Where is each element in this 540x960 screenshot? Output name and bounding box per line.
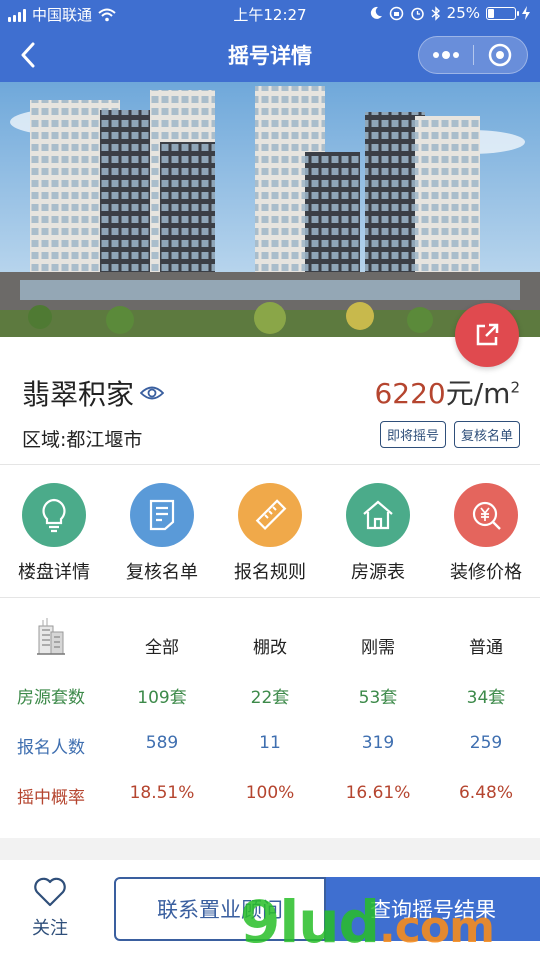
table-cell: 6.48% bbox=[458, 783, 513, 803]
status-bar: 中国联通 上午12:27 25% bbox=[0, 0, 540, 28]
menu-circle bbox=[22, 483, 86, 547]
menu-item-project-details[interactable]: 楼盘详情 bbox=[0, 483, 108, 584]
price-unit-sup: 2 bbox=[510, 378, 520, 397]
house-icon bbox=[363, 500, 393, 530]
table-cell: 259 bbox=[469, 733, 503, 753]
menu-item-review-list[interactable]: 复核名单 bbox=[108, 483, 216, 584]
bluetooth-icon bbox=[431, 5, 440, 21]
moon-icon bbox=[370, 6, 382, 19]
menu-item-housing-table[interactable]: 房源表 bbox=[324, 483, 432, 584]
share-external-icon bbox=[476, 323, 499, 346]
status-right: 25% bbox=[369, 4, 530, 22]
follow-label: 关注 bbox=[32, 918, 68, 939]
table-cell: 53套 bbox=[358, 688, 398, 708]
menu-circle bbox=[130, 483, 194, 547]
menu-label: 复核名单 bbox=[126, 562, 198, 583]
section-divider bbox=[0, 597, 540, 598]
table-cell: 109套 bbox=[137, 688, 187, 708]
row-label: 房源套数 bbox=[17, 688, 85, 708]
menu-circle bbox=[346, 483, 410, 547]
menu-label: 房源表 bbox=[351, 562, 405, 583]
menu-label: 楼盘详情 bbox=[18, 562, 90, 583]
battery-icon bbox=[486, 6, 519, 20]
feature-menu: 楼盘详情 复核名单 报名规则 房源表 装修价格 bbox=[0, 483, 540, 583]
stats-header-row: 全部 棚改 刚需 普通 bbox=[0, 633, 540, 663]
table-cell: 18.51% bbox=[129, 783, 195, 803]
alarm-icon bbox=[410, 7, 424, 20]
tag-review-list: 复核名单 bbox=[453, 421, 520, 448]
column-header: 刚需 bbox=[361, 638, 395, 658]
more-button[interactable] bbox=[419, 37, 473, 73]
charging-icon bbox=[522, 6, 530, 20]
more-dots-icon bbox=[432, 51, 459, 59]
column-header: 棚改 bbox=[253, 638, 287, 658]
follow-button[interactable]: 关注 bbox=[14, 876, 86, 940]
battery-percent: 25% bbox=[446, 4, 480, 22]
close-miniprogram-button[interactable] bbox=[474, 37, 528, 73]
stats-row-housing-count: 房源套数 109套 22套 53套 34套 bbox=[0, 683, 540, 713]
ruler-icon bbox=[255, 499, 287, 530]
lock-rotation-icon bbox=[389, 6, 403, 20]
table-cell: 100% bbox=[245, 783, 295, 803]
watermark-suffix: .com bbox=[379, 902, 495, 953]
hero-image bbox=[0, 82, 540, 337]
row-label: 摇中概率 bbox=[17, 788, 85, 808]
status-tags: 即将摇号 复核名单 bbox=[379, 421, 520, 448]
nav-bar: 摇号详情 bbox=[0, 28, 540, 82]
menu-label: 报名规则 bbox=[234, 562, 306, 583]
project-price: 6220元/m2 bbox=[374, 372, 520, 412]
building-illustration bbox=[0, 82, 540, 337]
table-cell: 589 bbox=[145, 733, 179, 753]
row-label: 报名人数 bbox=[17, 738, 85, 758]
target-circle-icon bbox=[489, 43, 512, 67]
stats-row-win-rate: 摇中概率 18.51% 100% 16.61% 6.48% bbox=[0, 783, 540, 813]
table-cell: 16.61% bbox=[345, 783, 411, 803]
table-cell: 11 bbox=[259, 733, 281, 753]
project-name: 翡翠积家 bbox=[22, 378, 135, 411]
section-divider bbox=[0, 464, 540, 465]
project-name-row: 翡翠积家 bbox=[22, 373, 165, 413]
menu-circle bbox=[454, 483, 518, 547]
table-cell: 319 bbox=[361, 733, 395, 753]
table-cell: 22套 bbox=[250, 688, 290, 708]
yen-search-icon bbox=[472, 501, 501, 530]
menu-item-decoration-price[interactable]: 装修价格 bbox=[432, 483, 540, 584]
project-region: 区域:都江堰市 bbox=[22, 429, 143, 451]
lightbulb-icon bbox=[42, 498, 66, 533]
menu-item-registration-rules[interactable]: 报名规则 bbox=[216, 483, 324, 584]
menu-circle bbox=[238, 483, 302, 547]
menu-label: 装修价格 bbox=[450, 562, 522, 583]
stats-row-applicants: 报名人数 589 11 319 259 bbox=[0, 733, 540, 763]
tag-upcoming-lottery: 即将摇号 bbox=[379, 421, 446, 448]
watermark-main: 9lud bbox=[240, 888, 380, 956]
eye-icon[interactable] bbox=[140, 385, 165, 401]
share-button[interactable] bbox=[455, 303, 519, 367]
price-value: 6220 bbox=[374, 377, 446, 410]
mini-program-capsule bbox=[418, 36, 528, 74]
column-header: 普通 bbox=[469, 638, 503, 658]
watermark-logo: 9lud.com bbox=[240, 888, 495, 956]
column-header: 全部 bbox=[145, 638, 179, 658]
table-cell: 34套 bbox=[466, 688, 506, 708]
document-list-icon bbox=[149, 499, 175, 531]
price-unit: 元/m bbox=[445, 377, 511, 410]
section-spacer bbox=[0, 838, 540, 860]
heart-icon bbox=[34, 877, 66, 907]
